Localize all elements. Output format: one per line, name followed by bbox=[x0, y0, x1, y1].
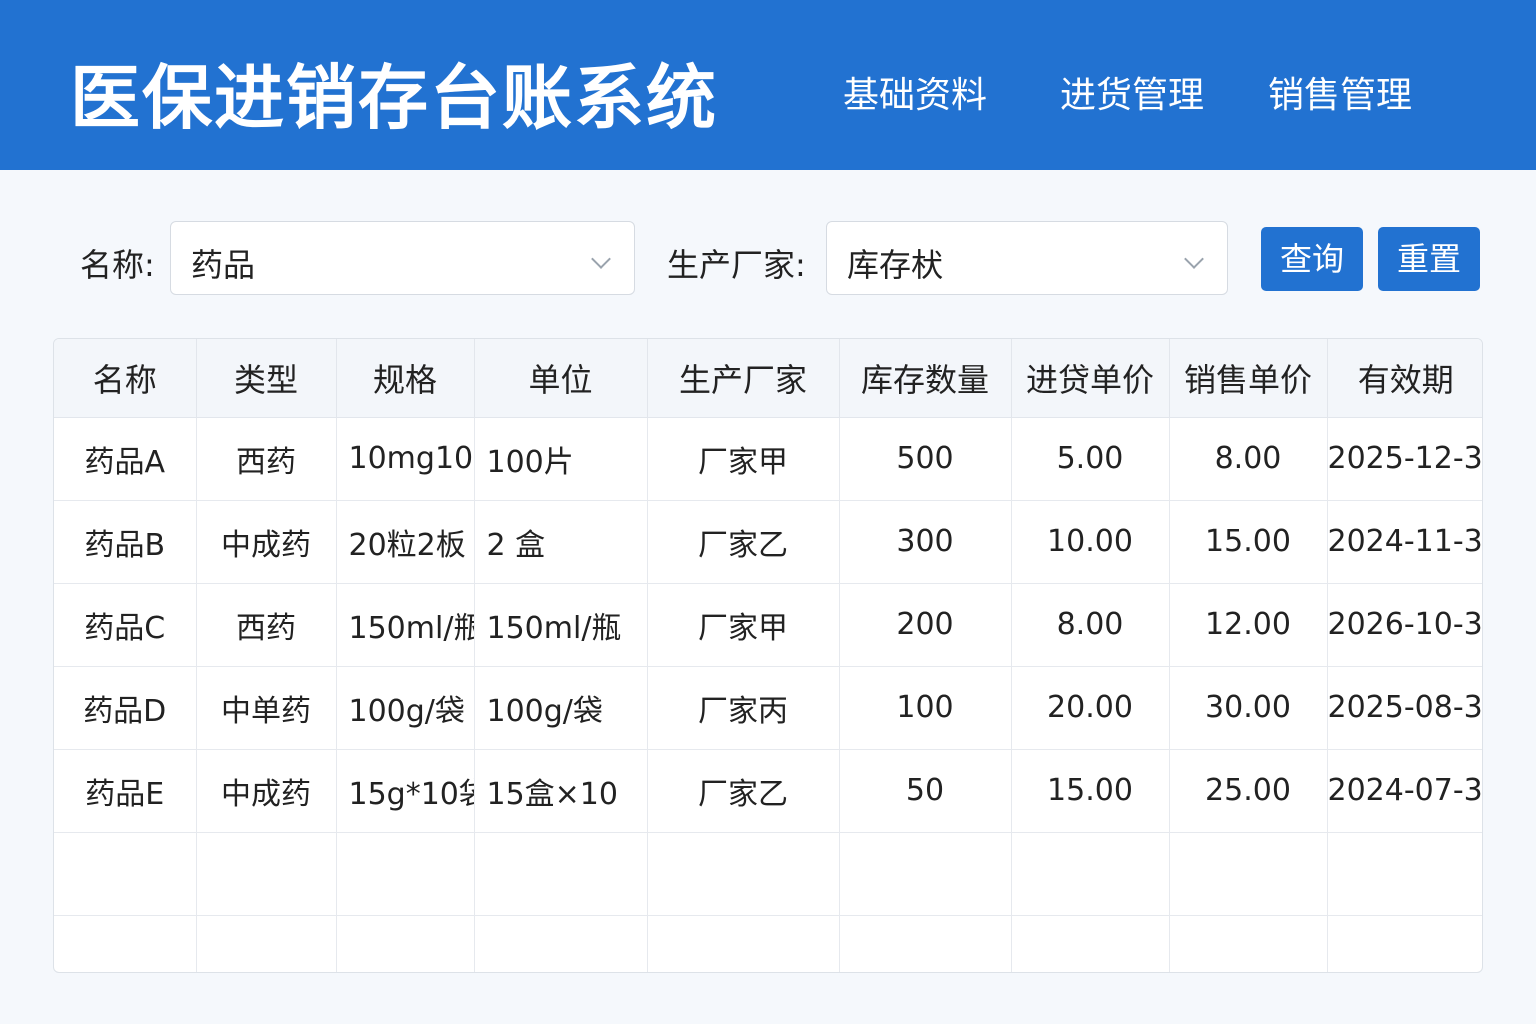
table-row[interactable]: 药品E 中成药 15g*10袋 15盒×10 厂家乙 50 15.00 25.0… bbox=[54, 749, 1482, 833]
maker-select[interactable]: 库存枤 bbox=[826, 221, 1228, 295]
query-button[interactable]: 查询 bbox=[1261, 227, 1363, 291]
column-header-manufacturer[interactable]: 生产厂家 bbox=[647, 339, 840, 418]
cell-spec: 10mg10 bbox=[336, 417, 475, 501]
column-header-type[interactable]: 类型 bbox=[196, 339, 337, 418]
cell-name: 药品D bbox=[54, 666, 197, 750]
table-row[interactable]: 药品A 西药 10mg10 100片 厂家甲 500 5.00 8.00 202… bbox=[54, 417, 1482, 501]
chevron-down-icon bbox=[1184, 249, 1204, 269]
cell-stock: 100 bbox=[839, 666, 1012, 750]
cell-name: 药品B bbox=[54, 500, 197, 584]
nav-purchase-management[interactable]: 进货管理 bbox=[1060, 66, 1204, 118]
cell-manufacturer: 厂家甲 bbox=[647, 583, 840, 667]
cell-stock: 500 bbox=[839, 417, 1012, 501]
cell-sale-price: 12.00 bbox=[1169, 583, 1328, 667]
cell-type: 西药 bbox=[196, 417, 337, 501]
cell-purchase-price: 15.00 bbox=[1011, 749, 1170, 833]
column-header-stock[interactable]: 库存数量 bbox=[839, 339, 1012, 418]
inventory-table: 名称 类型 规格 单位 生产厂家 库存数量 进贷单价 销售单价 有效期 药品A … bbox=[53, 338, 1483, 973]
cell-expiry: 2025-12-31 bbox=[1327, 417, 1482, 501]
table-header-row: 名称 类型 规格 单位 生产厂家 库存数量 进贷单价 销售单价 有效期 bbox=[54, 339, 1482, 418]
cell-expiry: 2024-07-31 bbox=[1327, 749, 1482, 833]
app-title: 医保进销存台账系统 bbox=[70, 57, 718, 139]
cell-spec: 15g*10袋 bbox=[336, 749, 475, 833]
cell-stock: 50 bbox=[839, 749, 1012, 833]
cell-type: 中成药 bbox=[196, 749, 337, 833]
cell-unit: 15盒×10 bbox=[474, 749, 648, 833]
empty-table-row bbox=[54, 832, 1482, 916]
cell-purchase-price: 10.00 bbox=[1011, 500, 1170, 584]
nav-sales-management[interactable]: 销售管理 bbox=[1268, 66, 1412, 118]
cell-unit: 2 盒 bbox=[474, 500, 648, 584]
cell-expiry: 2025-08-31 bbox=[1327, 666, 1482, 750]
table-row[interactable]: 药品C 西药 150ml/瓶 150ml/瓶 厂家甲 200 8.00 12.0… bbox=[54, 583, 1482, 667]
cell-unit: 100g/袋 bbox=[474, 666, 648, 750]
table-row[interactable]: 药品B 中成药 20粒2板 2 盒 厂家乙 300 10.00 15.00 20… bbox=[54, 500, 1482, 584]
cell-sale-price: 25.00 bbox=[1169, 749, 1328, 833]
cell-name: 药品A bbox=[54, 417, 197, 501]
cell-sale-price: 15.00 bbox=[1169, 500, 1328, 584]
maker-select-value: 库存枤 bbox=[847, 246, 944, 284]
cell-unit: 100片 bbox=[474, 417, 648, 501]
name-select-value: 药品 bbox=[191, 246, 256, 284]
cell-stock: 300 bbox=[839, 500, 1012, 584]
column-header-expiry[interactable]: 有效期 bbox=[1327, 339, 1482, 418]
chevron-down-icon bbox=[591, 249, 611, 269]
column-header-sale-price[interactable]: 销售单价 bbox=[1169, 339, 1328, 418]
cell-type: 中成药 bbox=[196, 500, 337, 584]
name-select[interactable]: 药品 bbox=[170, 221, 635, 295]
maker-filter-label: 生产厂家: bbox=[667, 246, 806, 284]
cell-purchase-price: 20.00 bbox=[1011, 666, 1170, 750]
cell-spec: 20粒2板 bbox=[336, 500, 475, 584]
empty-table-row bbox=[54, 915, 1482, 972]
cell-manufacturer: 厂家丙 bbox=[647, 666, 840, 750]
cell-type: 西药 bbox=[196, 583, 337, 667]
cell-manufacturer: 厂家乙 bbox=[647, 500, 840, 584]
cell-unit: 150ml/瓶 bbox=[474, 583, 648, 667]
cell-expiry: 2026-10-31 bbox=[1327, 583, 1482, 667]
app-header: 医保进销存台账系统 基础资料 进货管理 销售管理 bbox=[0, 0, 1536, 170]
cell-spec: 100g/袋 bbox=[336, 666, 475, 750]
cell-purchase-price: 8.00 bbox=[1011, 583, 1170, 667]
cell-expiry: 2024-11-30 bbox=[1327, 500, 1482, 584]
cell-manufacturer: 厂家乙 bbox=[647, 749, 840, 833]
cell-name: 药品E bbox=[54, 749, 197, 833]
cell-manufacturer: 厂家甲 bbox=[647, 417, 840, 501]
cell-spec: 150ml/瓶 bbox=[336, 583, 475, 667]
column-header-purchase-price[interactable]: 进贷单价 bbox=[1011, 339, 1170, 418]
column-header-spec[interactable]: 规格 bbox=[336, 339, 475, 418]
reset-button[interactable]: 重置 bbox=[1378, 227, 1480, 291]
column-header-name[interactable]: 名称 bbox=[54, 339, 197, 418]
column-header-unit[interactable]: 单位 bbox=[474, 339, 648, 418]
table-row[interactable]: 药品D 中单药 100g/袋 100g/袋 厂家丙 100 20.00 30.0… bbox=[54, 666, 1482, 750]
cell-sale-price: 8.00 bbox=[1169, 417, 1328, 501]
nav-basic-data[interactable]: 基础资料 bbox=[843, 66, 987, 118]
cell-type: 中单药 bbox=[196, 666, 337, 750]
cell-stock: 200 bbox=[839, 583, 1012, 667]
cell-name: 药品C bbox=[54, 583, 197, 667]
cell-purchase-price: 5.00 bbox=[1011, 417, 1170, 501]
cell-sale-price: 30.00 bbox=[1169, 666, 1328, 750]
name-filter-label: 名称: bbox=[80, 246, 155, 284]
